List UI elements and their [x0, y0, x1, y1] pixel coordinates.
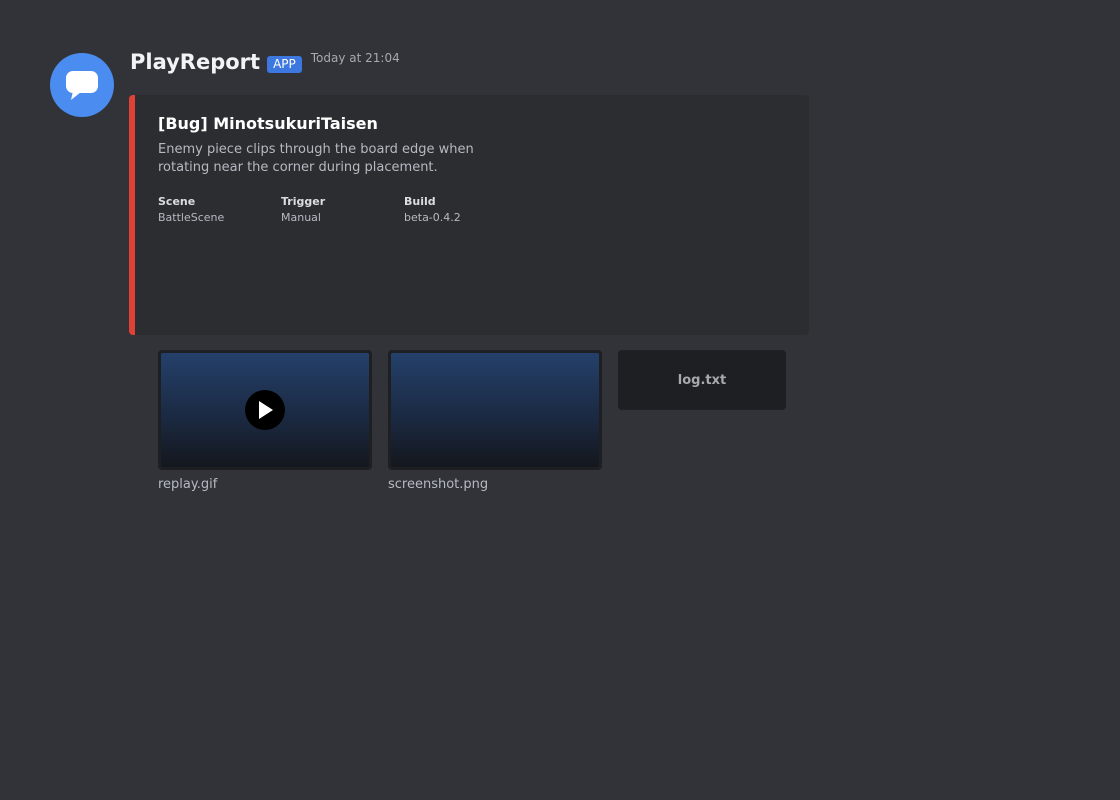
attachment-log-txt[interactable]: log.txt — [618, 350, 786, 410]
embed-field-build: Build beta-0.4.2 — [404, 194, 514, 226]
attachment-filename[interactable]: replay.gif — [158, 477, 217, 492]
embed-title: [Bug] MinotsukuriTaisen — [158, 114, 378, 133]
speech-bubble-icon — [66, 71, 98, 100]
field-value: BattleScene — [158, 211, 225, 224]
avatar[interactable] — [50, 53, 114, 117]
field-name: Trigger — [281, 195, 326, 208]
author-name[interactable]: PlayReport — [130, 48, 260, 76]
app-badge: APP — [267, 56, 302, 73]
embed-field-scene: Scene BattleScene — [158, 194, 268, 226]
bug-report-embed: [Bug] MinotsukuriTaisen Enemy piece clip… — [129, 95, 809, 335]
field-name: Build — [404, 195, 436, 208]
attachment-filename: log.txt — [677, 372, 727, 388]
message-header: PlayReport APP Today at 21:04 — [130, 48, 400, 76]
play-icon — [259, 401, 273, 419]
play-button[interactable] — [245, 390, 285, 430]
field-value: beta-0.4.2 — [404, 211, 461, 224]
embed-description: Enemy piece clips through the board edge… — [158, 142, 474, 175]
field-name: Scene — [158, 195, 196, 208]
embed-field-trigger: Trigger Manual — [281, 194, 391, 226]
attachment-filename[interactable]: screenshot.png — [388, 477, 488, 492]
field-value: Manual — [281, 211, 321, 224]
image-thumbnail — [391, 353, 599, 467]
video-thumbnail — [161, 353, 369, 467]
attachment-replay-gif[interactable] — [158, 350, 372, 470]
attachment-screenshot-png[interactable] — [388, 350, 602, 470]
message-timestamp[interactable]: Today at 21:04 — [311, 50, 400, 66]
